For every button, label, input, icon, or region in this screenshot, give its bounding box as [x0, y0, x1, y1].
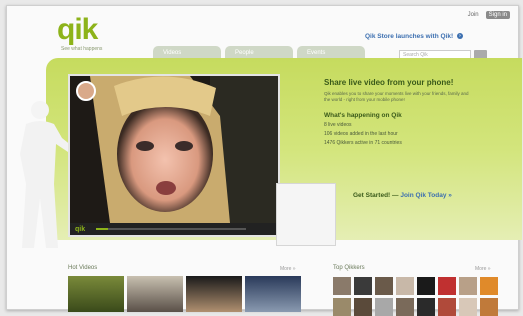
tab-label: Events — [307, 50, 326, 56]
video-info-card — [276, 183, 336, 246]
top-qikkers-row-2 — [333, 298, 498, 316]
hero-blurb: Qik enables you to share your moments li… — [324, 91, 469, 102]
tab-label: People — [235, 50, 254, 56]
hero-panel: Share live video from your phone! Qik en… — [324, 78, 494, 146]
account-links: Join Sign in — [465, 11, 510, 19]
top-qikkers-more-link[interactable]: More » — [475, 266, 491, 272]
sign-in-button[interactable]: Sign in — [485, 11, 510, 19]
video-thumbnail[interactable] — [68, 276, 124, 312]
video-thumbnail[interactable] — [186, 276, 242, 312]
join-qik-link[interactable]: Join Qik Today » — [400, 192, 452, 199]
qikker-avatar[interactable] — [438, 277, 456, 295]
top-qikkers-row-1 — [333, 277, 498, 295]
video-thumbnail[interactable] — [245, 276, 301, 312]
qikker-avatar[interactable] — [480, 298, 498, 316]
qikker-avatar[interactable] — [480, 277, 498, 295]
qikker-avatar[interactable] — [333, 298, 351, 316]
stat-line: 106 videos added in the last hour — [324, 131, 398, 137]
tagline: See what happens — [61, 46, 103, 52]
progress-fill — [96, 228, 108, 230]
player-brand: qik — [75, 226, 86, 233]
qikker-avatar[interactable] — [354, 277, 372, 295]
qikker-avatar[interactable] — [417, 298, 435, 316]
qikker-avatar[interactable] — [396, 298, 414, 316]
hot-videos-list — [68, 276, 301, 312]
top-qikkers-title: Top Qikkers — [333, 265, 365, 271]
qikker-avatar[interactable] — [417, 277, 435, 295]
video-player[interactable]: qik — [68, 74, 280, 237]
qikker-avatar[interactable] — [396, 277, 414, 295]
qikker-avatar[interactable] — [354, 298, 372, 316]
activity-heading: What's happening on Qik — [324, 112, 402, 119]
stat-line: 8 live videos — [324, 122, 352, 128]
cta: Get Started! — Join Qik Today » — [353, 192, 452, 199]
tab-label: Videos — [163, 50, 182, 56]
info-icon: › — [456, 33, 463, 40]
qik-logo[interactable]: qik — [57, 15, 98, 45]
hot-videos-title: Hot Videos — [68, 265, 98, 271]
cta-prefix: Get Started! — — [353, 192, 399, 199]
qikker-avatar[interactable] — [459, 298, 477, 316]
promo-banner[interactable]: Qik Store launches with Qik! › — [365, 33, 463, 40]
stat-line: 1476 Qikkers active in 71 countries — [324, 140, 402, 146]
hot-videos-more-link[interactable]: More » — [280, 266, 296, 272]
video-thumbnail[interactable] — [127, 276, 183, 312]
hero-headline: Share live video from your phone! — [324, 78, 454, 87]
qikker-avatar[interactable] — [375, 298, 393, 316]
video-frame — [70, 76, 278, 223]
join-link[interactable]: Join — [465, 11, 482, 19]
promo-text[interactable]: Qik Store launches with Qik! — [365, 33, 453, 40]
player-controls[interactable]: qik — [70, 223, 278, 235]
qikker-avatar[interactable] — [333, 277, 351, 295]
qikker-avatar[interactable] — [459, 277, 477, 295]
qikker-avatar[interactable] — [375, 277, 393, 295]
progress-bar[interactable] — [96, 228, 246, 230]
broadcaster-avatar[interactable] — [76, 81, 96, 101]
person-silhouette-icon — [20, 101, 72, 248]
qikker-avatar[interactable] — [438, 298, 456, 316]
